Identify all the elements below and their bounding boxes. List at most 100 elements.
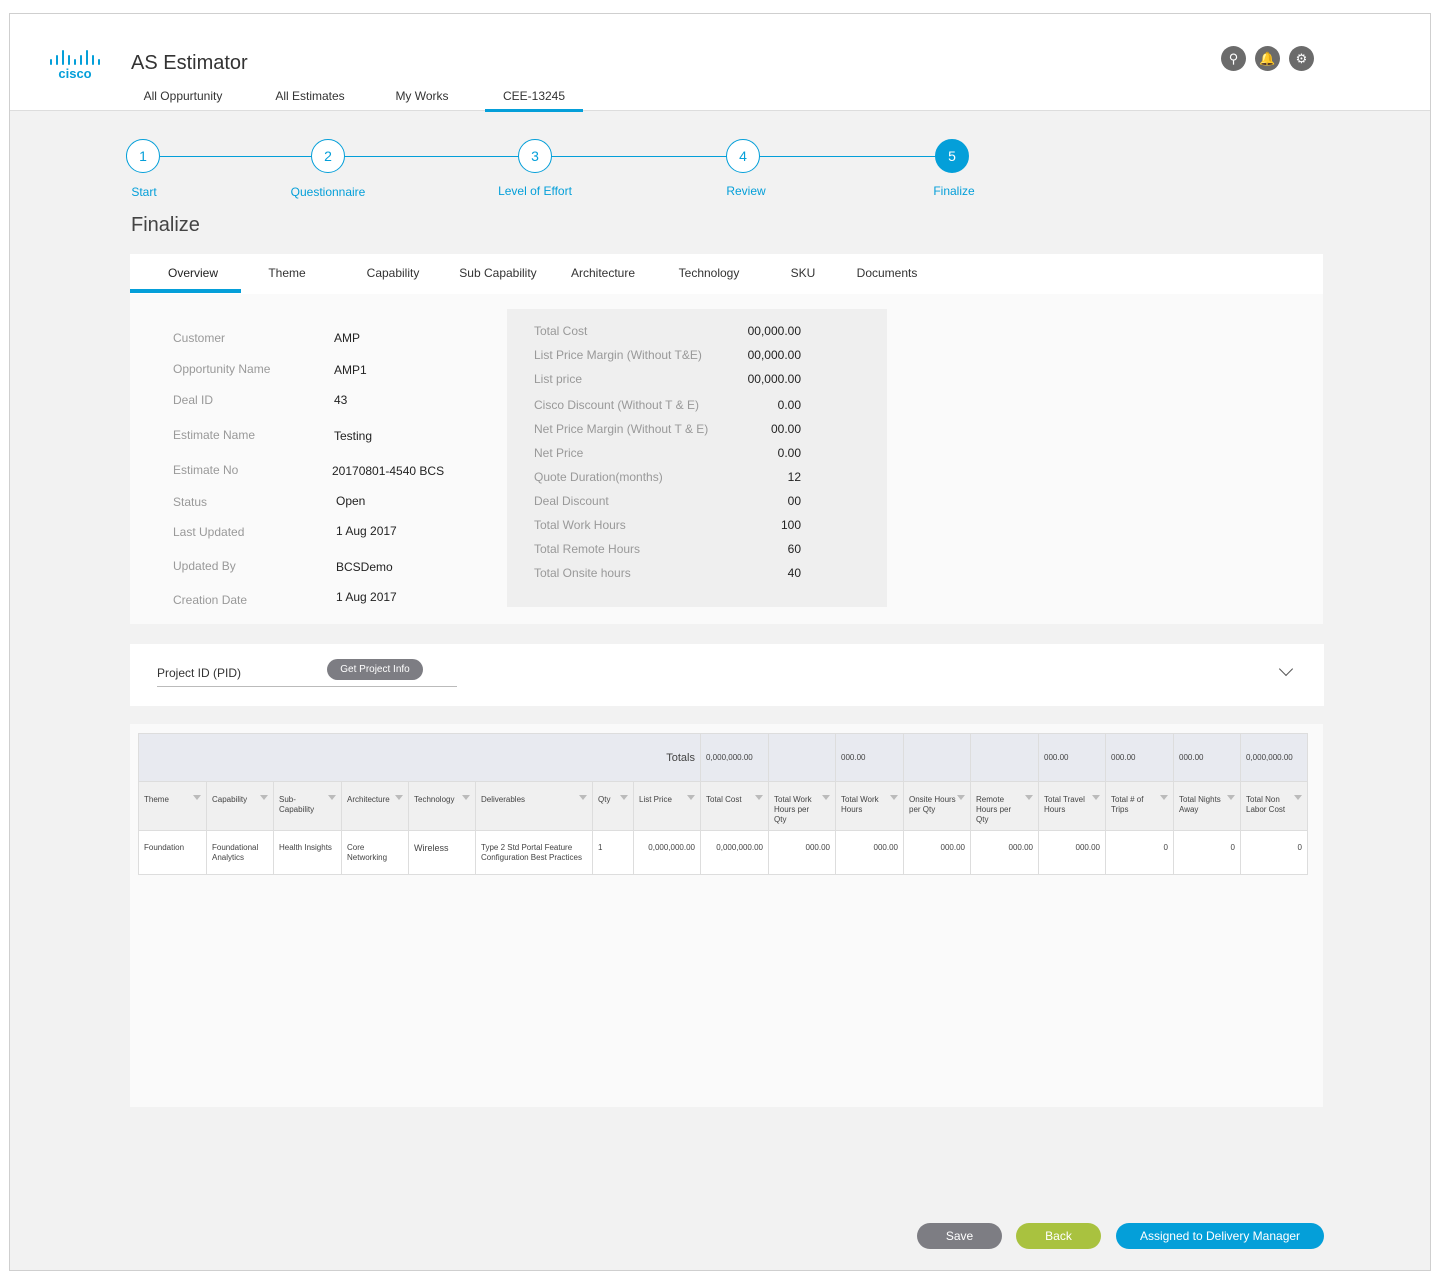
tab-theme[interactable]: Theme — [268, 266, 305, 280]
filter-dropdown-icon[interactable] — [1025, 795, 1033, 800]
table-cell: 0 — [1105, 830, 1174, 875]
filter-dropdown-icon[interactable] — [1294, 795, 1302, 800]
column-header[interactable]: Total Travel Hours — [1038, 781, 1106, 831]
nav-cee-13245[interactable]: CEE-13245 — [485, 89, 583, 112]
cost-summary: Total Cost 00,000.00 List Price Margin (Wi… — [507, 309, 887, 607]
column-header[interactable]: Theme — [138, 781, 207, 831]
filter-dropdown-icon[interactable] — [620, 795, 628, 800]
filter-dropdown-icon[interactable] — [462, 795, 470, 800]
step-3[interactable]: 3 — [518, 139, 552, 173]
column-header-label: Total Cost — [706, 795, 742, 804]
table-cell: 0,000,000.00 — [633, 830, 701, 875]
step-2[interactable]: 2 — [311, 139, 345, 173]
tab-capability[interactable]: Capability — [367, 266, 420, 280]
nav-all-opportunity[interactable]: All Oppurtunity — [131, 89, 235, 112]
total-cell: 000.00 — [1038, 733, 1106, 782]
column-header[interactable]: Total # of Trips — [1105, 781, 1174, 831]
step-label: Start — [131, 185, 157, 199]
summary-label: Total Onsite hours — [534, 566, 631, 580]
detail-label: Status — [173, 495, 208, 509]
get-project-info-button[interactable]: Get Project Info — [327, 659, 423, 680]
table-cell: Type 2 Std Portal Feature Configuration … — [475, 830, 593, 875]
column-header-label: Qty — [598, 795, 611, 804]
tab-technology[interactable]: Technology — [679, 266, 740, 280]
step-5[interactable]: 5 — [935, 139, 969, 173]
assign-delivery-manager-button[interactable]: Assigned to Delivery Manager — [1116, 1223, 1324, 1249]
filter-dropdown-icon[interactable] — [957, 795, 965, 800]
column-header[interactable]: Deliverables — [475, 781, 593, 831]
table-cell: 0 — [1173, 830, 1241, 875]
table-row[interactable]: Foundation Foundational Analytics Health I… — [138, 830, 1308, 875]
overview-card: Overview Theme Capability Sub Capability… — [130, 254, 1323, 624]
pid-input-underline[interactable] — [157, 686, 457, 687]
tab-overview[interactable]: Overview — [168, 266, 218, 280]
column-header[interactable]: Total Cost — [700, 781, 769, 831]
column-header[interactable]: Total Work Hours per Qty — [768, 781, 836, 831]
column-header[interactable]: Sub-Capability — [273, 781, 342, 831]
search-icon[interactable]: ⚲ — [1221, 46, 1246, 71]
app-window: cisco AS Estimator All Oppurtunity All E… — [9, 13, 1431, 1271]
pid-label: Project ID (PID) — [157, 666, 242, 680]
table-cell: 000.00 — [835, 830, 904, 875]
column-header[interactable]: Technology — [408, 781, 476, 831]
detail-label: Deal ID — [173, 393, 214, 407]
header-row: Theme Capability Sub-Capability Architectur… — [138, 781, 1308, 831]
tab-documents[interactable]: Documents — [857, 266, 918, 280]
step-1[interactable]: 1 — [126, 139, 160, 173]
tab-sku[interactable]: SKU — [791, 266, 816, 280]
nav-all-estimates[interactable]: All Estimates — [248, 89, 372, 112]
tab-architecture[interactable]: Architecture — [571, 266, 635, 280]
filter-dropdown-icon[interactable] — [395, 795, 403, 800]
summary-value: 0.00 — [777, 398, 801, 412]
bell-icon[interactable]: 🔔 — [1255, 46, 1280, 71]
table-cell: 1 — [592, 830, 634, 875]
total-cell: 000.00 — [1173, 733, 1241, 782]
detail-label: Opportunity Name — [173, 362, 271, 376]
step-4[interactable]: 4 — [726, 139, 760, 173]
step-label: Questionnaire — [290, 185, 366, 199]
column-header-label: Theme — [144, 795, 169, 804]
summary-value: 00,000.00 — [747, 372, 801, 386]
filter-dropdown-icon[interactable] — [1160, 795, 1168, 800]
filter-dropdown-icon[interactable] — [579, 795, 587, 800]
detail-value: Open — [336, 494, 366, 508]
column-header[interactable]: Architecture — [341, 781, 409, 831]
column-header[interactable]: Total Work Hours — [835, 781, 904, 831]
filter-dropdown-icon[interactable] — [822, 795, 830, 800]
total-cell: 0,000,000.00 — [1240, 733, 1308, 782]
app-title: AS Estimator — [131, 52, 248, 74]
filter-dropdown-icon[interactable] — [193, 795, 201, 800]
column-header[interactable]: Capability — [206, 781, 274, 831]
total-cell — [970, 733, 1039, 782]
nav-my-works[interactable]: My Works — [379, 89, 465, 112]
detail-value: 1 Aug 2017 — [336, 590, 397, 604]
filter-dropdown-icon[interactable] — [260, 795, 268, 800]
column-header[interactable]: Onsite Hours per Qty — [903, 781, 971, 831]
detail-value: 20170801-4540 BCS — [332, 464, 445, 478]
table-cell: 000.00 — [970, 830, 1039, 875]
totals-label: Totals — [138, 733, 701, 782]
filter-dropdown-icon[interactable] — [328, 795, 336, 800]
column-header-label: Capability — [212, 795, 248, 804]
summary-value: 00.00 — [770, 422, 801, 436]
filter-dropdown-icon[interactable] — [890, 795, 898, 800]
column-header[interactable]: Remote Hours per Qty — [970, 781, 1039, 831]
total-cell: 000.00 — [835, 733, 904, 782]
filter-dropdown-icon[interactable] — [687, 795, 695, 800]
column-header[interactable]: List Price — [633, 781, 701, 831]
summary-label: Total Remote Hours — [534, 542, 641, 556]
chevron-down-icon[interactable] — [1278, 661, 1294, 677]
filter-dropdown-icon[interactable] — [1227, 795, 1235, 800]
save-button[interactable]: Save — [917, 1223, 1002, 1249]
back-button[interactable]: Back — [1016, 1223, 1101, 1249]
gear-icon[interactable]: ⚙ — [1289, 46, 1314, 71]
column-header[interactable]: Total Nights Away — [1173, 781, 1241, 831]
summary-label: List Price Margin (Without T&E) — [534, 348, 702, 362]
column-header[interactable]: Total Non Labor Cost — [1240, 781, 1308, 831]
column-header[interactable]: Qty — [592, 781, 634, 831]
tab-sub-capability[interactable]: Sub Capability — [459, 266, 536, 280]
filter-dropdown-icon[interactable] — [755, 795, 763, 800]
filter-dropdown-icon[interactable] — [1092, 795, 1100, 800]
summary-value: 00,000.00 — [747, 324, 801, 338]
column-header-label: Total # of Trips — [1111, 795, 1144, 814]
